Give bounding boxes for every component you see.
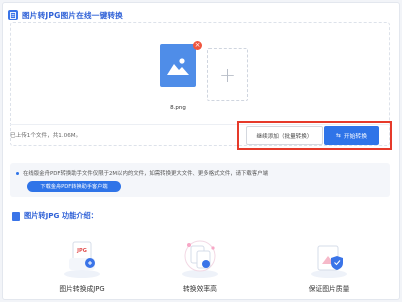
add-file-button[interactable]: + xyxy=(207,48,248,101)
quality-shield-icon xyxy=(306,236,352,280)
start-convert-label: 开始转换 xyxy=(343,134,368,140)
feature-item: 保证图片质量 xyxy=(289,236,369,293)
upload-summary: 已上传1个文件，共1.06M。 xyxy=(10,133,82,139)
jpg-convert-icon: JPG xyxy=(59,236,105,280)
features-title: 图片转JPG 功能介绍： xyxy=(24,211,98,220)
continue-add-button[interactable]: 继续添加（批量转换） xyxy=(246,126,323,145)
notice-text: 在线版金舟PDF转换助手文件仅限于2M以内的文件，如需转换更大文件、更多格式文件… xyxy=(23,171,268,177)
start-convert-button[interactable]: ⇆ 开始转换 xyxy=(324,126,379,145)
jpg-badge: JPG xyxy=(76,248,87,254)
convert-icon: ⇆ xyxy=(335,132,341,139)
feature-label: 图片转换成JPG xyxy=(59,285,105,293)
uploaded-file-name: 8.png xyxy=(170,105,186,111)
download-client-label: 下载金舟PDF转换助手客户端 xyxy=(40,184,108,190)
efficiency-icon xyxy=(177,236,223,280)
download-client-button[interactable]: 下载金舟PDF转换助手客户端 xyxy=(27,181,121,192)
feature-item: 转换效率高 xyxy=(160,236,240,293)
section-document-icon xyxy=(12,211,20,221)
feature-item: JPG 图片转换成JPG xyxy=(42,236,122,293)
feature-label: 保证图片质量 xyxy=(308,285,350,293)
document-icon xyxy=(8,10,18,20)
feature-label: 转换效率高 xyxy=(183,285,217,293)
client-notice: 在线版金舟PDF转换助手文件仅限于2M以内的文件，如需转换更大文件、更多格式文件… xyxy=(10,163,390,197)
features-heading: 图片转JPG 功能介绍： xyxy=(12,211,98,221)
image-file-icon xyxy=(167,57,189,75)
page-title: 图片转JPG图片在线一键转换 xyxy=(22,10,123,20)
bullet-icon xyxy=(16,172,19,175)
page-header: 图片转JPG图片在线一键转换 xyxy=(8,8,123,22)
continue-add-label: 继续添加（批量转换） xyxy=(256,133,313,140)
plus-icon: + xyxy=(219,62,236,87)
uploaded-file-thumbnail[interactable] xyxy=(160,44,196,87)
remove-file-close-icon[interactable]: × xyxy=(193,41,202,50)
